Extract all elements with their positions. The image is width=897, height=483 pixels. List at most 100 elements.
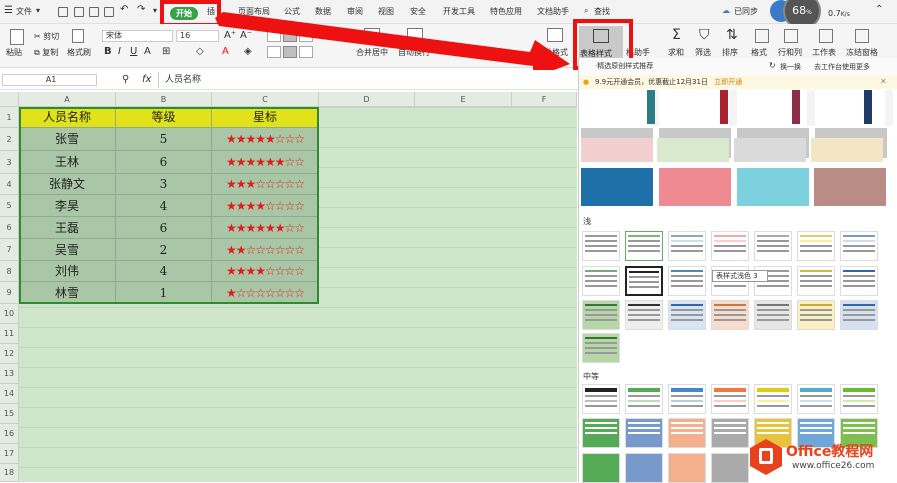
worksheet-icon[interactable]	[819, 29, 833, 43]
row-header[interactable]: 17	[0, 444, 19, 464]
search-icon[interactable]: ⌕	[584, 6, 588, 16]
premium-style-green[interactable]	[657, 138, 729, 162]
stars-cell[interactable]: ★☆☆☆☆☆☆☆	[212, 282, 319, 304]
level-cell[interactable]: 4	[116, 195, 212, 217]
medium-style-1[interactable]	[582, 384, 620, 414]
row-header[interactable]: 8	[0, 261, 19, 282]
premium-style-red[interactable]	[581, 138, 653, 162]
row-header[interactable]: 12	[0, 344, 19, 364]
paste-icon[interactable]	[10, 29, 24, 45]
level-cell[interactable]: 3	[116, 174, 212, 195]
format-painter-icon[interactable]	[72, 29, 84, 43]
name-cell[interactable]: 吴雪	[19, 239, 116, 261]
row-header[interactable]: 7	[0, 239, 19, 261]
name-cell[interactable]: 张雪	[19, 128, 116, 151]
stars-cell[interactable]: ★★☆☆☆☆☆☆	[212, 239, 319, 261]
header-cell-level[interactable]: 等级	[116, 107, 212, 128]
col-header-e[interactable]: E	[415, 92, 512, 107]
col-header-d[interactable]: D	[319, 92, 415, 107]
worksheet-button[interactable]: 工作表	[812, 47, 836, 58]
header-cell-stars[interactable]: 星标	[212, 107, 319, 128]
row-header[interactable]: 16	[0, 424, 19, 444]
row-header[interactable]: 4	[0, 174, 19, 195]
save-icon[interactable]	[58, 7, 68, 17]
chevron-down-icon[interactable]: ▾	[153, 6, 157, 15]
light-style-16[interactable]	[625, 300, 663, 330]
cut-button[interactable]: ✂ 剪切	[34, 31, 59, 42]
light-style-18[interactable]	[711, 300, 749, 330]
premium-style-pink[interactable]	[659, 168, 731, 206]
premium-style-blue[interactable]	[581, 168, 653, 206]
premium-style-brown[interactable]	[814, 168, 886, 206]
search-label[interactable]: 查找	[594, 6, 610, 17]
sum-icon[interactable]: Σ	[672, 27, 681, 43]
col-header-b[interactable]: B	[116, 92, 212, 107]
row-col-button[interactable]: 行和列	[778, 47, 802, 58]
promo-link[interactable]: 立即开通	[714, 78, 742, 86]
premium-style-gray[interactable]	[734, 138, 806, 162]
medium-style-18[interactable]	[711, 453, 749, 483]
light-style-7[interactable]	[840, 231, 878, 261]
stars-cell[interactable]: ★★★★☆☆☆☆	[212, 195, 319, 217]
row-header[interactable]: 6	[0, 217, 19, 239]
light-style-21[interactable]	[840, 300, 878, 330]
stars-cell[interactable]: ★★★★☆☆☆☆	[212, 261, 319, 282]
light-style-8[interactable]	[582, 266, 620, 296]
export-icon[interactable]	[74, 7, 84, 17]
preview-icon[interactable]	[104, 7, 114, 17]
bold-icon[interactable]: B	[104, 46, 112, 57]
medium-style-2[interactable]	[625, 384, 663, 414]
hamburger-icon[interactable]: ☰	[4, 5, 13, 16]
medium-style-9[interactable]	[625, 418, 663, 448]
light-style-5[interactable]	[754, 231, 792, 261]
premium-style-yellow[interactable]	[811, 138, 883, 162]
light-style-2[interactable]	[625, 231, 663, 261]
zoom-icon[interactable]: ⚲	[122, 74, 129, 85]
medium-style-4[interactable]	[711, 384, 749, 414]
border-icon[interactable]: ⊞	[162, 46, 170, 57]
font-color-icon[interactable]: A	[144, 46, 151, 57]
paste-button[interactable]: 粘贴	[6, 47, 22, 58]
row-header[interactable]: 5	[0, 195, 19, 217]
name-cell[interactable]: 李昊	[19, 195, 116, 217]
medium-style-7[interactable]	[840, 384, 878, 414]
format-painter-button[interactable]: 格式刷	[67, 47, 91, 58]
light-style-17[interactable]	[668, 300, 706, 330]
level-cell[interactable]: 5	[116, 128, 212, 151]
medium-style-5[interactable]	[754, 384, 792, 414]
row-header[interactable]: 2	[0, 128, 19, 151]
filter-button[interactable]: 筛选	[695, 47, 711, 58]
fx-label[interactable]: fx	[142, 74, 151, 85]
close-icon[interactable]: ✕	[880, 75, 887, 89]
name-cell[interactable]: 刘伟	[19, 261, 116, 282]
refresh-icon[interactable]: ↻	[769, 61, 776, 70]
light-style-15[interactable]	[582, 300, 620, 330]
medium-style-10[interactable]	[668, 418, 706, 448]
print-icon[interactable]	[89, 7, 99, 17]
medium-style-3[interactable]	[668, 384, 706, 414]
premium-style-cyan[interactable]	[737, 168, 809, 206]
name-cell[interactable]: 王林	[19, 151, 116, 174]
stars-cell[interactable]: ★★★★★★☆☆	[212, 217, 319, 239]
light-style-19[interactable]	[754, 300, 792, 330]
menu-file[interactable]: 文件	[16, 6, 32, 17]
row-col-icon[interactable]	[784, 29, 798, 43]
level-cell[interactable]: 6	[116, 217, 212, 239]
row-header[interactable]: 1	[0, 107, 19, 128]
medium-style-16[interactable]	[625, 453, 663, 483]
header-cell-name[interactable]: 人员名称	[19, 107, 116, 128]
chevron-down-icon[interactable]: ▾	[36, 6, 40, 15]
row-header[interactable]: 18	[0, 464, 19, 482]
row-header[interactable]: 13	[0, 364, 19, 384]
select-all-corner[interactable]	[0, 92, 19, 107]
light-style-4[interactable]	[711, 231, 749, 261]
light-style-14[interactable]	[840, 266, 878, 296]
more-icon[interactable]: ⌃	[875, 4, 883, 15]
spreadsheet-grid[interactable]: A B C D E F 1 2 3 4 5 6 7 8 9 10 11 12 1…	[0, 92, 577, 482]
workstation-link[interactable]: 去工作台使用更多	[814, 62, 870, 72]
row-header[interactable]: 3	[0, 151, 19, 174]
light-style-3[interactable]	[668, 231, 706, 261]
stars-cell[interactable]: ★★★★★★☆☆	[212, 151, 319, 174]
level-cell[interactable]: 6	[116, 151, 212, 174]
sort-icon[interactable]: ⇅	[726, 27, 738, 43]
